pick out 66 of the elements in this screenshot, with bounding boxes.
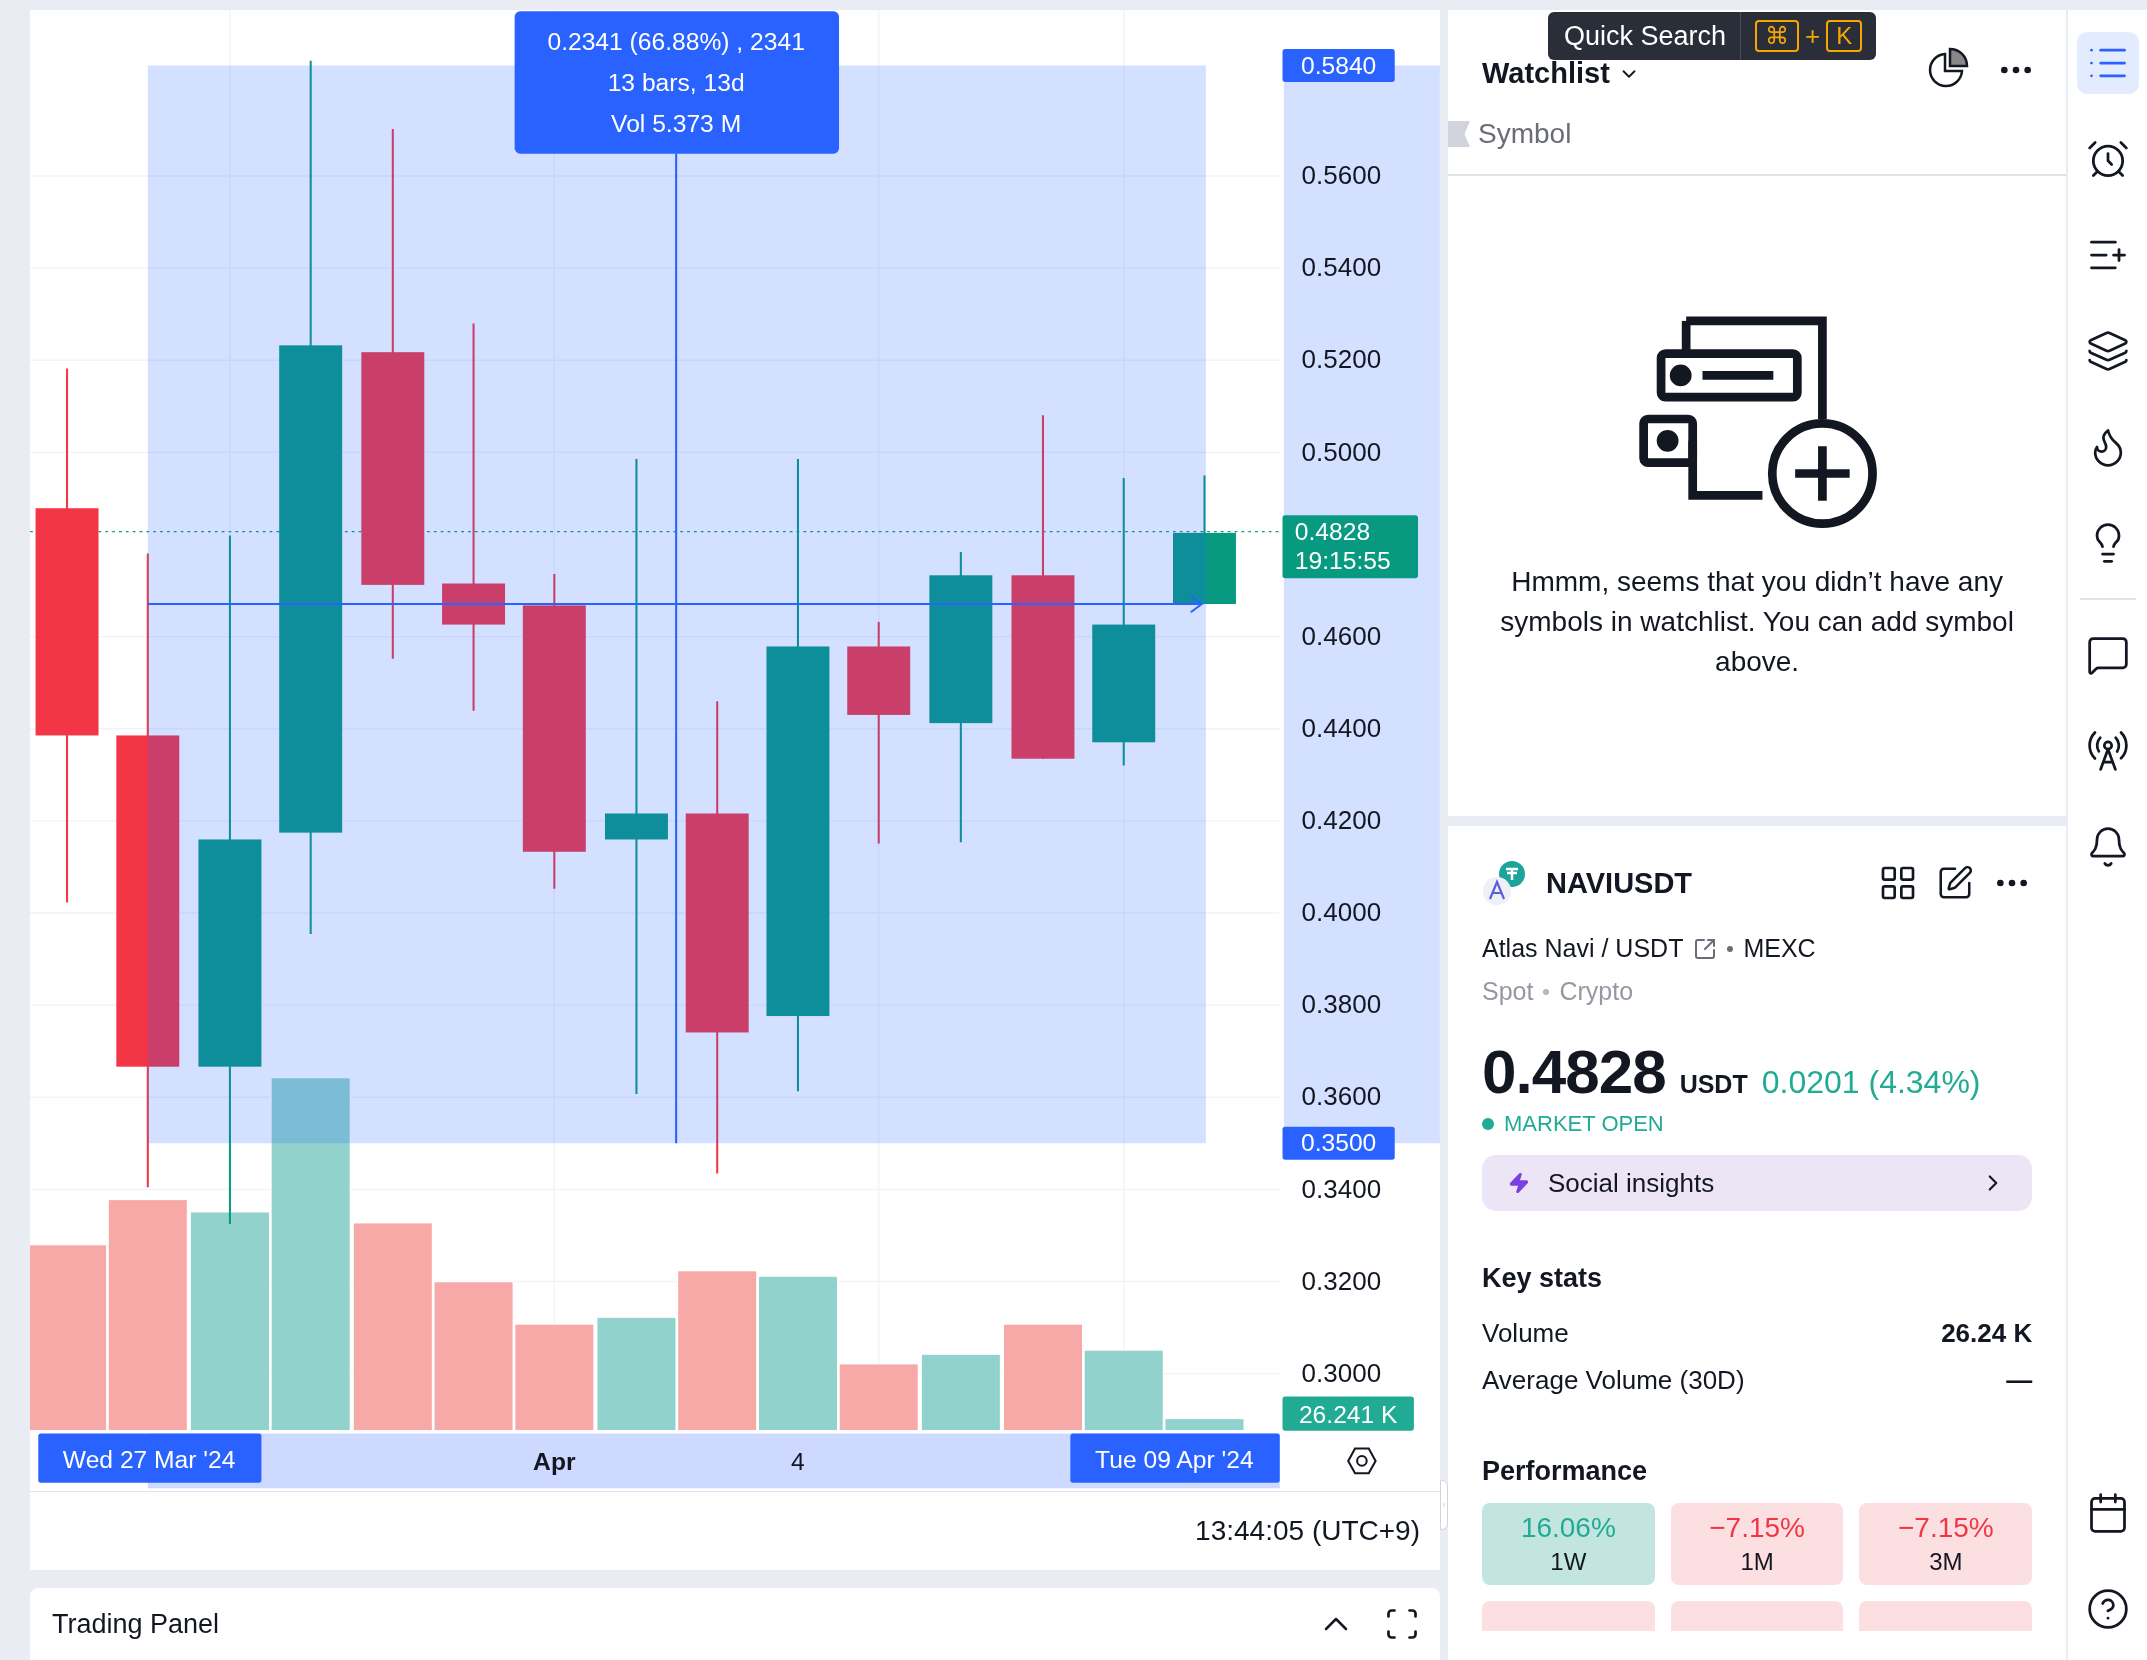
price-axis-label: 0.3600 [1301,1081,1382,1112]
maximize-icon[interactable] [1384,1606,1420,1642]
settings-icon[interactable] [1347,1447,1377,1475]
clock-time: 13:44:05 (UTC+9) [1195,1515,1420,1547]
price-axis-label: 0.5200 [1301,344,1382,375]
price-axis-label: 0.5000 [1301,436,1382,467]
performance-value: −7.15% [1709,1512,1805,1544]
stat-value: 26.24 K [1941,1318,2033,1349]
price-change: 0.0201 (4.34%) [1761,1064,1981,1101]
shortcut-joiner: + [1805,20,1821,52]
time-label: Wed 27 Mar '24 [38,1433,262,1483]
symbol-name: Atlas Navi / USDT [1482,934,1684,963]
exchange-name: MEXC [1743,934,1816,963]
collapse-handle[interactable] [1440,1480,1448,1530]
edit-icon[interactable] [1936,864,1975,902]
column-header[interactable]: Symbol [1478,118,1572,150]
symbol-ticker: NAVIUSDT [1546,866,1694,900]
shortcut-key: K [1826,20,1863,52]
performance-period: 3M [1929,1548,1963,1576]
price-axis-label: 0.5600 [1301,160,1382,191]
list-icon[interactable] [2076,32,2139,94]
last-price: 0.4828 [1482,1036,1666,1107]
lightning-icon [1508,1172,1530,1194]
price-axis-label: 0.3400 [1301,1173,1382,1204]
range-selection[interactable] [147,65,1206,1144]
last-price-label: 0.4828 19:15:55 [1282,515,1418,579]
stat-value: — [2006,1365,2033,1396]
stat-label: Average Volume (30D) [1482,1365,1745,1396]
section-title: Performance [1482,1456,1649,1487]
performance-value: 16.06% [1520,1512,1616,1544]
price-axis-label: 0.4000 [1301,897,1382,928]
empty-message: Hmmm, seems that you didn’t have any symbols in watchlist. You can add symbol above. [1499,565,2015,679]
social-insights-button[interactable]: Social insights [1482,1155,2033,1211]
performance-value: −7.15% [1897,1512,1994,1544]
price-axis-label: 0.3800 [1301,989,1382,1020]
price-axis-label: 0.4400 [1301,712,1382,743]
performance-period: 1M [1740,1548,1774,1576]
trading-panel-title: Trading Panel [52,1608,221,1640]
coin-logo-icon [1482,860,1528,906]
external-link-icon[interactable] [1693,936,1718,961]
price-axis-label: 0.4600 [1301,620,1382,651]
separator-dot [1543,988,1550,995]
time-axis-label: 4 [791,1448,805,1476]
status-dot [1482,1118,1494,1130]
market-tag: Crypto [1559,977,1634,1006]
market-tag: Spot [1482,977,1534,1006]
stat-label: Volume [1482,1318,1569,1349]
performance-period: 1W [1550,1548,1587,1576]
market-status: MARKET OPEN [1504,1111,1664,1137]
price-axis-label: 0.5400 [1301,252,1382,283]
price-axis-label: 0.3200 [1301,1265,1382,1296]
watchlist-title[interactable]: Watchlist [1482,57,1901,90]
volume-label: 26.241 K [1282,1396,1414,1431]
measure-tooltip: 0.2341 (66.88%) , 2341 13 bars, 13d Vol 5.373 M [514,11,840,154]
price-axis-label: 0.3000 [1301,1357,1382,1388]
price-label: 0.5840 [1282,49,1395,82]
separator-dot [1727,945,1734,952]
price-axis-label: 0.4200 [1301,805,1382,836]
pie-chart-icon[interactable] [1926,46,1971,90]
time-axis-label: Apr [533,1448,576,1476]
price-label: 0.3500 [1282,1126,1395,1160]
time-label: Tue 09 Apr '24 [1070,1433,1280,1483]
currency-label: USDT [1679,1070,1748,1099]
flag-icon [1448,121,1470,147]
section-title: Key stats [1482,1263,1604,1294]
shortcut-key: ⌘ [1755,20,1800,52]
